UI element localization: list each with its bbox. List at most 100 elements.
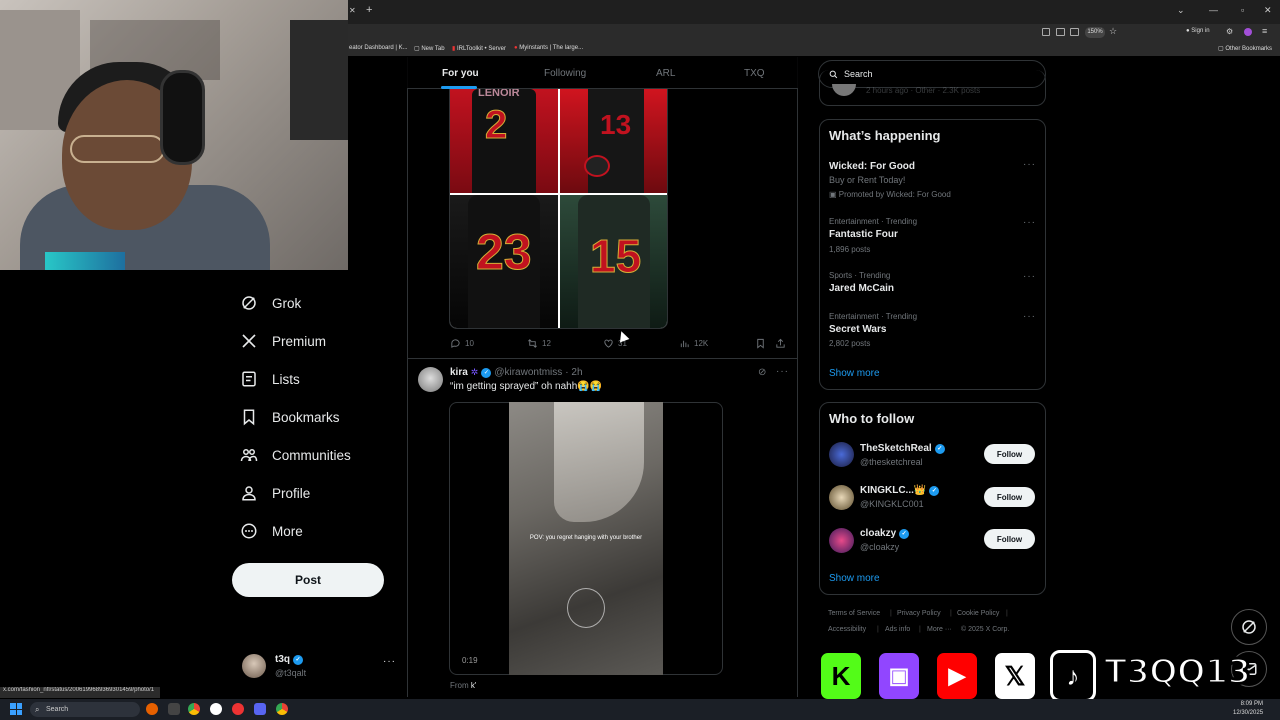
account-switcher[interactable]: t3q ✓ @t3qalt ··· (240, 650, 400, 684)
post-button[interactable]: Post (232, 563, 384, 597)
share-button[interactable] (775, 338, 786, 349)
from-source[interactable]: k' (471, 681, 477, 690)
nav-item-more[interactable]: More (240, 518, 303, 544)
avatar[interactable] (829, 485, 854, 510)
bookmark-item[interactable]: eator Dashboard | K... (349, 45, 408, 51)
bookmark-button[interactable] (755, 338, 766, 349)
tweet-image[interactable]: LENOIR 2 (450, 89, 558, 193)
screenshot-icon[interactable] (1056, 28, 1065, 36)
account-name: t3q ✓ (275, 654, 303, 665)
more-dots-icon[interactable]: ··· (1023, 311, 1036, 322)
avatar[interactable] (829, 528, 854, 553)
window-close-icon[interactable]: ✕ (1264, 5, 1272, 16)
taskbar-search[interactable]: ⌕ Search (30, 702, 140, 717)
more-dots-icon[interactable]: ··· (1023, 159, 1036, 170)
follow-user-name[interactable]: TheSketchReal ✓ (860, 443, 945, 454)
repost-icon (528, 339, 537, 348)
more-dots-icon[interactable]: ··· (1023, 217, 1036, 228)
author-handle[interactable]: @kirawontmiss (494, 367, 562, 378)
more-dots-icon[interactable]: ··· (383, 656, 396, 667)
grok-icon[interactable]: ⊘ (758, 367, 766, 378)
nav-item-premium[interactable]: Premium (240, 328, 326, 354)
active-tab-indicator (441, 86, 477, 89)
minimize-icon[interactable]: — (1209, 5, 1218, 15)
footer-link[interactable]: Accessibility (828, 626, 866, 633)
trend-name[interactable]: Fantastic Four (829, 229, 898, 240)
footer-link[interactable]: Privacy Policy (897, 610, 941, 617)
footer-link[interactable]: Terms of Service (828, 610, 880, 617)
tweet-time[interactable]: · 2h (565, 367, 582, 378)
follow-button[interactable]: Follow (984, 444, 1035, 464)
avatar[interactable] (418, 367, 443, 392)
follow-button[interactable]: Follow (984, 529, 1035, 549)
zoom-level[interactable]: 150% (1085, 27, 1105, 38)
sign-in-link[interactable]: ● Sign in (1186, 28, 1210, 34)
other-bookmarks[interactable]: ▢ Other Bookmarks (1218, 45, 1272, 52)
nav-item-lists[interactable]: Lists (240, 366, 300, 392)
author-name[interactable]: kira (450, 367, 468, 378)
chrome-icon[interactable] (276, 703, 288, 715)
from-label: From k' (450, 681, 477, 690)
app-icon[interactable] (232, 703, 244, 715)
cropped-meta: 2 hours ago · Other · 2.3K posts (866, 86, 981, 95)
bookmark-item[interactable]: ▢ New Tab (414, 45, 445, 52)
tweet-image[interactable]: 15 (560, 195, 667, 328)
grok-fab[interactable] (1231, 609, 1267, 645)
chrome-icon[interactable] (188, 703, 200, 715)
tab-share-icon[interactable] (1070, 28, 1079, 36)
discord-icon[interactable] (254, 703, 266, 715)
nav-item-bookmarks[interactable]: Bookmarks (240, 404, 340, 430)
maximize-icon[interactable]: ▫ (1241, 5, 1244, 15)
profile-icon[interactable] (1244, 28, 1252, 36)
video-caption: POV: you regret hanging with your brothe… (529, 535, 643, 541)
show-more-link[interactable]: Show more (829, 573, 880, 584)
extensions-icon[interactable]: ⚙ (1226, 27, 1233, 36)
search-icon: ⌕ (35, 705, 40, 714)
more-dots-icon[interactable]: ··· (776, 366, 789, 377)
trend-name[interactable]: Secret Wars (829, 324, 886, 335)
tab-following[interactable]: Following (544, 68, 586, 79)
views-button[interactable]: 12K (679, 338, 708, 349)
nav-label: Profile (272, 485, 311, 501)
nav-item-grok[interactable]: Grok (240, 290, 301, 316)
trend-name[interactable]: Jared McCain (829, 283, 894, 294)
follow-button[interactable]: Follow (984, 487, 1035, 507)
follow-user-name[interactable]: cloakzy ✓ (860, 528, 910, 539)
promoted-label: ▣ Promoted by Wicked: For Good (829, 190, 951, 199)
reader-icon[interactable] (1042, 28, 1050, 36)
clock[interactable]: 8:09 PM 12/30/2025 (1233, 700, 1263, 718)
nav-item-profile[interactable]: Profile (240, 480, 310, 506)
list-icon (242, 371, 256, 387)
tab-txq[interactable]: TXQ (744, 68, 765, 79)
footer-link[interactable]: Cookie Policy (957, 610, 999, 617)
tweet-image-grid[interactable]: LENOIR 2 13 23 15 (449, 88, 668, 329)
repost-button[interactable]: 12 (527, 338, 551, 349)
show-more-link[interactable]: Show more (829, 368, 880, 379)
follow-user-name[interactable]: KINGKLC...👑 ✓ (860, 485, 940, 496)
footer-link[interactable]: More ··· (927, 626, 952, 633)
windows-start-icon[interactable] (10, 703, 22, 715)
tweet-image[interactable]: 13 (560, 89, 667, 193)
tweet-image[interactable]: 23 (450, 195, 558, 328)
more-dots-icon[interactable]: ··· (1023, 271, 1036, 282)
bookmark-item[interactable]: ● Myinstants | The large... (514, 45, 583, 51)
app-icon[interactable] (210, 703, 222, 715)
footer-link[interactable]: Ads info (885, 626, 910, 633)
bookmark-star-icon[interactable]: ☆ (1109, 26, 1117, 37)
tab-for-you[interactable]: For you (442, 68, 479, 79)
tab-list-icon[interactable]: ⌄ (1177, 5, 1185, 16)
video-frame[interactable]: POV: you regret hanging with your brothe… (509, 402, 663, 675)
nav-item-communities[interactable]: Communities (240, 442, 351, 468)
close-tab-icon[interactable]: ✕ (349, 6, 356, 15)
reply-button[interactable]: 10 (450, 338, 474, 349)
menu-icon[interactable]: ≡ (1262, 26, 1267, 36)
grok-icon (242, 296, 256, 310)
trend-meta: Entertainment · Trending (829, 217, 918, 226)
tab-arl[interactable]: ARL (656, 68, 675, 79)
bookmark-item[interactable]: ▮ IRLToolkit • Server (452, 45, 506, 52)
share-icon (776, 338, 785, 348)
avatar[interactable] (829, 442, 854, 467)
new-tab-icon[interactable]: + (366, 4, 372, 16)
firefox-icon[interactable] (146, 703, 158, 715)
app-icon[interactable] (168, 703, 180, 715)
